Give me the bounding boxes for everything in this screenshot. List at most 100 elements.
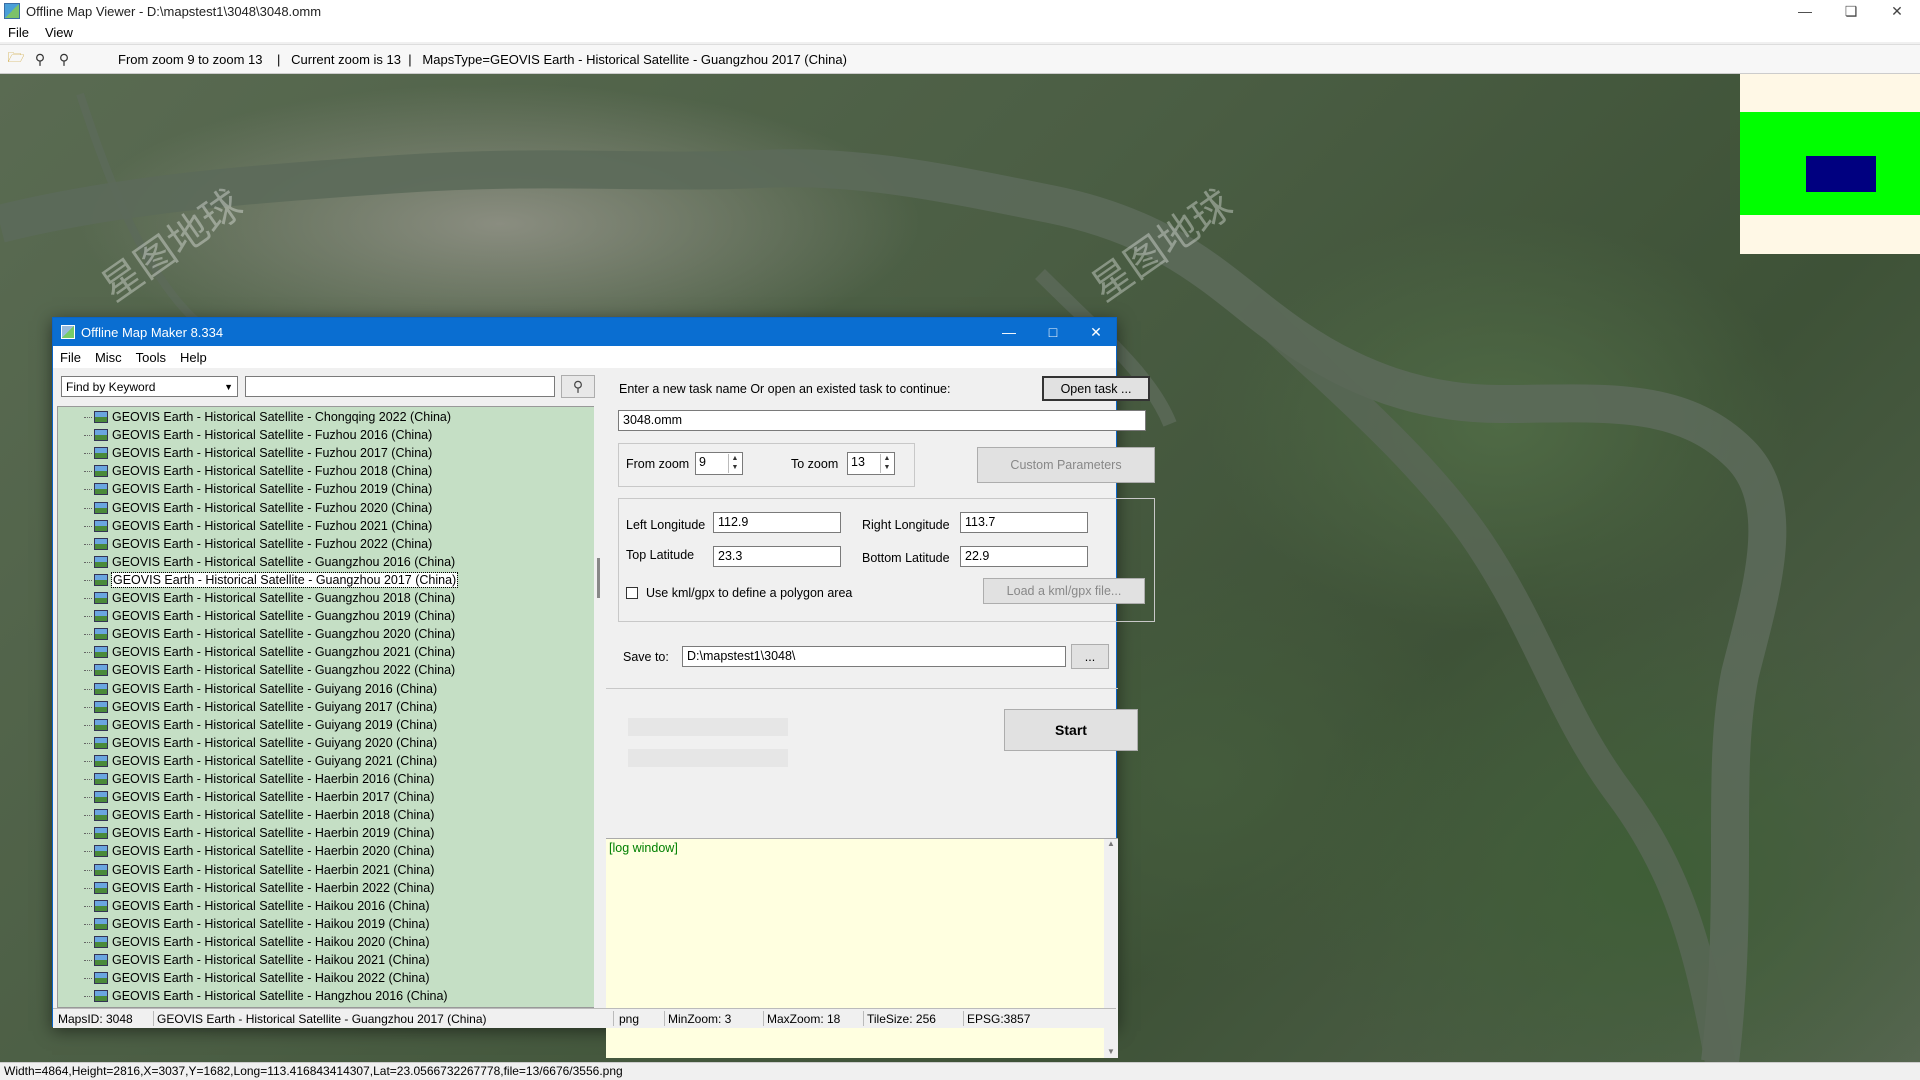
tree-item[interactable]: GEOVIS Earth - Historical Satellite - Ha… [84, 861, 434, 879]
tree-guide-line [84, 996, 92, 998]
menu-file[interactable]: File [8, 25, 29, 40]
right-longitude-input[interactable]: 113.7 [960, 512, 1088, 533]
tree-guide-line [84, 833, 92, 835]
kml-checkbox[interactable] [626, 587, 638, 599]
tree-item[interactable]: GEOVIS Earth - Historical Satellite - Gu… [84, 698, 437, 716]
tree-item[interactable]: GEOVIS Earth - Historical Satellite - Ha… [84, 879, 434, 897]
save-to-input[interactable]: D:\mapstest1\3048\ [682, 646, 1066, 667]
tree-item[interactable]: GEOVIS Earth - Historical Satellite - Ha… [84, 788, 435, 806]
tree-guide-line [84, 779, 92, 780]
tree-item[interactable]: GEOVIS Earth - Historical Satellite - Fu… [84, 517, 432, 535]
close-icon[interactable]: ✕ [1874, 0, 1920, 22]
tree-item[interactable]: GEOVIS Earth - Historical Satellite - Gu… [84, 553, 455, 571]
dialog-menu-file[interactable]: File [60, 350, 81, 365]
tree-item[interactable]: GEOVIS Earth - Historical Satellite - Gu… [84, 643, 455, 661]
search-input[interactable] [245, 376, 555, 397]
top-latitude-input[interactable]: 23.3 [713, 546, 841, 567]
tree-item[interactable]: GEOVIS Earth - Historical Satellite - Ha… [84, 951, 430, 969]
zoom-out-icon[interactable]: ⚲ [30, 49, 50, 69]
tree-item[interactable]: GEOVIS Earth - Historical Satellite - Fu… [84, 444, 432, 462]
tree-item[interactable]: GEOVIS Earth - Historical Satellite - Gu… [84, 752, 437, 770]
tree-item-label: GEOVIS Earth - Historical Satellite - Ha… [112, 916, 430, 931]
to-zoom-stepper[interactable]: 13 ▲ ▼ [847, 452, 895, 475]
tree-item[interactable]: GEOVIS Earth - Historical Satellite - Ha… [84, 806, 434, 824]
spin-arrows-icon[interactable]: ▲ ▼ [880, 454, 893, 473]
tree-item[interactable]: GEOVIS Earth - Historical Satellite - Ha… [84, 987, 448, 1005]
menu-view[interactable]: View [45, 25, 73, 40]
map-layer-icon [94, 773, 108, 785]
from-zoom-label: From zoom [626, 457, 690, 471]
tree-item[interactable]: GEOVIS Earth - Historical Satellite - Gu… [84, 589, 455, 607]
tree-item-label: GEOVIS Earth - Historical Satellite - Gu… [110, 571, 459, 588]
tree-item[interactable]: GEOVIS Earth - Historical Satellite - Gu… [84, 661, 455, 679]
overview-viewport[interactable] [1806, 156, 1876, 192]
tree-item[interactable]: GEOVIS Earth - Historical Satellite - Gu… [84, 607, 456, 625]
tree-item[interactable]: GEOVIS Earth - Historical Satellite - Ha… [84, 915, 430, 933]
map-layer-icon [94, 501, 108, 514]
custom-parameters-button[interactable]: Custom Parameters [977, 447, 1155, 483]
dialog-maximize-icon[interactable]: □ [1031, 318, 1075, 346]
open-task-button[interactable]: Open task ... [1042, 376, 1150, 401]
task-name-input[interactable]: 3048.omm [618, 410, 1146, 431]
viewer-toolbar: 🗁 ⚲ ⚲ From zoom 9 to zoom 13 | Current z… [0, 44, 1920, 74]
tree-item[interactable]: GEOVIS Earth - Historical Satellite - Ha… [84, 933, 430, 951]
tree-guide-line [84, 435, 92, 437]
from-zoom-stepper[interactable]: 9 ▲ ▼ [695, 452, 743, 475]
tree-item[interactable]: GEOVIS Earth - Historical Satellite - Fu… [84, 535, 433, 553]
tree-item[interactable]: GEOVIS Earth - Historical Satellite - Ch… [84, 408, 452, 426]
viewer-status-bar: Width=4864,Height=2816,X=3037,Y=1682,Lon… [0, 1062, 1920, 1080]
tree-scrollbar[interactable] [594, 406, 604, 1008]
tree-item[interactable]: GEOVIS Earth - Historical Satellite - Fu… [84, 480, 432, 498]
dialog-menu-misc[interactable]: Misc [95, 350, 122, 365]
map-layer-icon [94, 573, 108, 586]
tree-item[interactable]: GEOVIS Earth - Historical Satellite - Gu… [84, 680, 437, 698]
tree-item[interactable]: GEOVIS Earth - Historical Satellite - Gu… [84, 716, 437, 734]
tree-item[interactable]: GEOVIS Earth - Historical Satellite - Fu… [84, 499, 432, 517]
spin-arrows-icon[interactable]: ▲ ▼ [728, 454, 741, 473]
find-by-select[interactable]: Find by Keyword ▼ [61, 376, 238, 397]
tree-scroll-thumb[interactable] [597, 558, 600, 598]
status-separator [863, 1011, 864, 1026]
tree-item[interactable]: GEOVIS Earth - Historical Satellite - Ha… [84, 897, 430, 915]
map-layer-icon [94, 718, 108, 731]
dialog-minimize-icon[interactable]: — [987, 318, 1031, 346]
tree-item-label: GEOVIS Earth - Historical Satellite - Ch… [112, 410, 452, 424]
search-button[interactable]: ⚲ [561, 375, 595, 398]
bottom-latitude-label: Bottom Latitude [862, 551, 950, 565]
zoom-in-icon[interactable]: ⚲ [54, 49, 74, 69]
map-layer-icon [94, 845, 108, 858]
overview-minimap[interactable] [1740, 74, 1920, 254]
map-layer-icon [94, 809, 108, 822]
tree-item-label: GEOVIS Earth - Historical Satellite - Fu… [112, 536, 433, 551]
browse-button[interactable]: ... [1071, 644, 1109, 669]
left-longitude-input[interactable]: 112.9 [713, 512, 841, 533]
tree-item[interactable]: GEOVIS Earth - Historical Satellite - Fu… [84, 462, 432, 480]
zoom-info-text: From zoom 9 to zoom 13 | Current zoom is… [118, 51, 847, 67]
tree-item-label: GEOVIS Earth - Historical Satellite - Gu… [112, 609, 456, 624]
dialog-close-icon[interactable]: ✕ [1074, 318, 1118, 346]
tree-item-label: GEOVIS Earth - Historical Satellite - Ha… [112, 790, 435, 805]
tree-item[interactable]: GEOVIS Earth - Historical Satellite - Ha… [84, 969, 430, 987]
tree-item-label: GEOVIS Earth - Historical Satellite - Gu… [112, 735, 438, 750]
folder-open-icon[interactable]: 🗁 [6, 49, 26, 69]
tree-item-label: GEOVIS Earth - Historical Satellite - Ha… [112, 989, 448, 1004]
minimize-icon[interactable]: — [1782, 0, 1828, 22]
dialog-menu-tools[interactable]: Tools [136, 350, 166, 365]
dialog-menu-help[interactable]: Help [180, 350, 207, 365]
tree-item[interactable]: GEOVIS Earth - Historical Satellite - Ha… [84, 824, 434, 842]
load-kml-button[interactable]: Load a kml/gpx file... [983, 578, 1145, 604]
map-type-tree[interactable]: GEOVIS Earth - Historical Satellite - Ch… [57, 406, 595, 1008]
tree-item[interactable]: GEOVIS Earth - Historical Satellite - Ha… [84, 842, 435, 860]
tree-item[interactable]: GEOVIS Earth - Historical Satellite - Gu… [84, 625, 455, 643]
tree-item[interactable]: GEOVIS Earth - Historical Satellite - Gu… [84, 571, 459, 589]
tree-item[interactable]: GEOVIS Earth - Historical Satellite - Gu… [84, 734, 438, 752]
restore-icon[interactable]: ❏ [1828, 0, 1874, 22]
start-button[interactable]: Start [1004, 709, 1138, 751]
tree-item-label: GEOVIS Earth - Historical Satellite - Ha… [112, 844, 435, 859]
bottom-latitude-input[interactable]: 22.9 [960, 546, 1088, 567]
tree-item[interactable]: GEOVIS Earth - Historical Satellite - Fu… [84, 426, 432, 444]
tree-item[interactable]: GEOVIS Earth - Historical Satellite - Ha… [84, 770, 434, 788]
task-prompt-label: Enter a new task name Or open an existed… [619, 382, 951, 396]
search-icon: ⚲ [572, 378, 584, 394]
map-layer-icon [94, 899, 108, 912]
